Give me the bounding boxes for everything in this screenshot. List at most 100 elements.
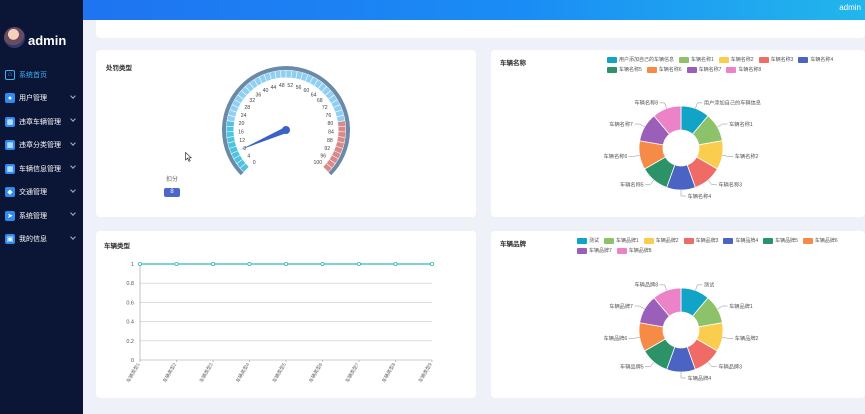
x-tick-label: 车辆类型5 — [271, 361, 288, 384]
line-point[interactable] — [393, 261, 398, 266]
sidebar-item-label: 违章车辆管理 — [19, 118, 61, 126]
header-username[interactable]: admin — [839, 3, 861, 12]
y-tick-label: 0.6 — [126, 300, 134, 306]
sidebar-item-label: 用户管理 — [19, 95, 47, 103]
x-tick-label: 车辆类型7 — [344, 361, 361, 384]
card-vehicle-type: 车辆类型 0 0.2 0.4 0.6 0.8 1 车辆类型1 车辆类型2 车辆类型3 车辆类型4 车… — [96, 231, 476, 398]
gauge-pointer — [240, 127, 288, 150]
gauge-tick-label: 16 — [238, 129, 244, 135]
gauge-tick-label: 12 — [239, 138, 245, 144]
shield-icon: ◆ — [5, 187, 15, 198]
card-vehicle-brand: 车辆品牌 测试 车辆品牌1 车辆品牌2 车辆品牌3 车辆品牌4 车辆品牌5 车辆品牌6 车辆品… — [491, 231, 865, 398]
pie-slice-label: 车辆名称4 — [688, 192, 712, 200]
top-content-strip — [96, 20, 865, 38]
pie-slice-label: 车辆品牌3 — [718, 363, 742, 371]
gauge-tick-label: 20 — [239, 121, 245, 127]
pie-label-line — [695, 102, 703, 109]
sidebar-item[interactable]: ▦ 违章车辆管理 — [0, 110, 83, 134]
line-point[interactable] — [356, 261, 361, 266]
gauge-tick-label: 76 — [325, 113, 331, 119]
sidebar-menu: ⌂ 系统首页 ● 用户管理 ▦ 违章车辆管理 ▦ 违章分类管理 ▦ 车辆信息管理 ◆ 交通管理 ➤ 系统管… — [0, 63, 83, 251]
x-tick-label: 车辆类型6 — [307, 361, 324, 384]
x-tick-label: 车辆类型8 — [380, 361, 397, 384]
gauge-tick-label: 68 — [317, 98, 323, 104]
pie-label-line — [628, 155, 640, 157]
x-tick-label: 车辆类型2 — [161, 361, 178, 384]
gauge-tick-label: 100 — [313, 160, 322, 166]
gauge-tick-label: 84 — [328, 129, 334, 135]
pie-label-line — [707, 362, 717, 368]
user-icon: ● — [5, 93, 15, 104]
sidebar-title: admin — [28, 33, 67, 48]
pie-slice-label: 车辆名称2 — [735, 152, 759, 160]
score-badge: 8 — [164, 188, 180, 197]
line-point[interactable] — [247, 261, 252, 266]
line-point[interactable] — [174, 261, 179, 266]
pie-label-line — [722, 155, 734, 157]
profile-icon: ▣ — [5, 234, 15, 245]
sidebar-item[interactable]: ▣ 我的信息 — [0, 228, 83, 252]
gauge-tick-label: 60 — [304, 88, 310, 94]
gauge-tick-label: 36 — [256, 92, 262, 98]
sidebar-header: admin — [0, 0, 83, 58]
pie-label-line — [645, 180, 655, 186]
sidebar-item-label: 违章分类管理 — [19, 142, 61, 150]
pie-chart: 用户添加自己的车辆信息车辆名称1 车辆名称2 车辆名称3 车辆名称4 车辆名称5 车辆名称… — [604, 99, 761, 200]
pie-slice-label: 车辆品牌7 — [609, 302, 633, 310]
chevron-down-icon — [70, 210, 76, 216]
gauge-tick-label: 24 — [241, 113, 247, 119]
pie-label-line — [680, 190, 686, 197]
gauge-tick-label: 52 — [287, 83, 293, 89]
send-icon: ➤ — [5, 210, 15, 221]
pie-slice-label: 用户添加自己的车辆信息 — [704, 99, 761, 107]
line-point[interactable] — [138, 261, 143, 266]
sidebar-item[interactable]: ➤ 系统管理 — [0, 204, 83, 228]
pie-label-line — [645, 362, 655, 368]
home-icon: ⌂ — [5, 69, 15, 80]
chevron-down-icon — [70, 163, 76, 169]
sidebar-item[interactable]: ◆ 交通管理 — [0, 181, 83, 205]
gauge-tick-label: 40 — [263, 88, 269, 94]
sidebar-item[interactable]: ▦ 违章分类管理 — [0, 134, 83, 158]
sidebar-item[interactable]: ▦ 车辆信息管理 — [0, 157, 83, 181]
sidebar-item-label: 交通管理 — [19, 189, 47, 197]
y-tick-label: 0.8 — [126, 281, 134, 287]
mouse-cursor-icon — [185, 152, 192, 162]
sidebar-item[interactable]: ⌂ 系统首页 — [0, 63, 83, 87]
chevron-down-icon — [70, 139, 76, 146]
pie-label-line — [659, 102, 667, 109]
sidebar-item-label: 车辆信息管理 — [19, 165, 61, 173]
y-tick-label: 0 — [131, 358, 134, 364]
card-vehicle-name: 车辆名称 用户添加自己的车辆信息 车辆名称1 车辆名称2 车辆名称3 车辆名称4 车辆名称… — [491, 50, 865, 217]
chevron-down-icon — [70, 233, 76, 240]
gauge-tick-label: 28 — [244, 105, 250, 111]
line-point[interactable] — [320, 261, 325, 266]
y-tick-label: 0.4 — [126, 320, 134, 326]
sidebar-item-label: 系统管理 — [19, 212, 47, 220]
pie-label-line — [634, 123, 645, 128]
pie-slice-label: 车辆名称7 — [609, 120, 633, 128]
pie-slice-label: 车辆品牌6 — [604, 334, 628, 342]
pie-slice-label: 车辆名称5 — [620, 181, 644, 189]
line-chart: 0 0.2 0.4 0.6 0.8 1 车辆类型1 车辆类型2 车辆类型3 车辆类型4 车辆类型5 车… — [125, 261, 434, 384]
sidebar-item[interactable]: ● 用户管理 — [0, 87, 83, 111]
y-tick-label: 0.2 — [126, 339, 134, 345]
gauge-tick-label: 56 — [296, 85, 302, 91]
grid-icon: ▦ — [5, 163, 15, 174]
gauge-tick-label: 48 — [279, 83, 285, 89]
pie-slice-label: 测试 — [704, 281, 715, 289]
pie-label-line — [634, 305, 645, 310]
gauge-tick-label: 88 — [327, 138, 333, 144]
line-point[interactable] — [429, 261, 434, 266]
line-point[interactable] — [283, 261, 288, 266]
gauge-tick-label: 4 — [247, 153, 250, 159]
avatar[interactable] — [4, 27, 25, 48]
line-point[interactable] — [211, 261, 216, 266]
pie-label-line — [680, 372, 686, 379]
gauge-chart: 048121620242832364044 48 52 566064687276808… — [222, 66, 350, 176]
pie-label-line — [717, 123, 728, 128]
pie-slice-label: 车辆品牌2 — [735, 334, 759, 342]
gauge-tick-label: 72 — [322, 105, 328, 111]
pie-slice-label: 车辆名称6 — [604, 152, 628, 160]
gauge-tick-label: 96 — [320, 153, 326, 159]
